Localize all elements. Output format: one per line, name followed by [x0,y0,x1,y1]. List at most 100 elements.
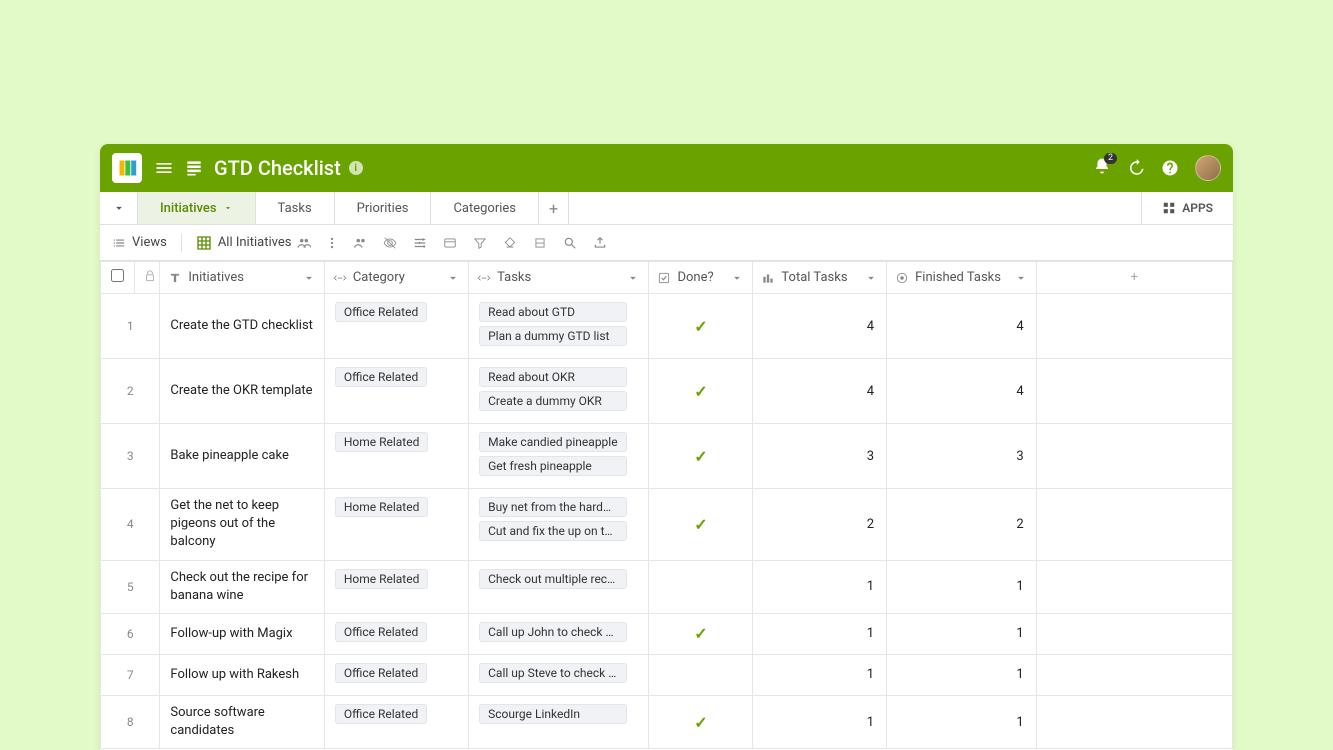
category-cell[interactable]: Office Related [324,695,468,748]
search-icon[interactable] [563,236,577,250]
info-icon[interactable]: i [349,161,363,175]
add-tab-button[interactable]: + [539,192,569,224]
task-tag[interactable]: Get fresh pineapple [479,456,627,476]
notifications-button[interactable]: 2 [1093,157,1111,179]
column-initiatives[interactable]: Initiatives [160,262,324,294]
initiative-cell[interactable]: Create the GTD checklist [160,294,324,359]
settings-icon[interactable] [413,236,427,250]
filter-icon[interactable] [473,236,487,250]
table-row[interactable]: 5 Check out the recipe for banana wine H… [101,560,1233,613]
initiative-cell[interactable]: Follow-up with Magix [160,613,324,654]
column-tasks[interactable]: Tasks [469,262,649,294]
tasks-cell[interactable]: Read about OKR Create a dummy OKR [469,359,649,424]
tab-initiatives[interactable]: Initiatives [138,192,256,224]
category-cell[interactable]: Office Related [324,654,468,695]
export-icon[interactable] [593,236,607,250]
tasks-cell[interactable]: Call up Steve to check … [469,654,649,695]
category-cell[interactable]: Office Related [324,613,468,654]
initiative-cell[interactable]: Check out the recipe for banana wine [160,560,324,613]
category-tag[interactable]: Office Related [335,622,427,642]
initiative-cell[interactable]: Follow up with Rakesh [160,654,324,695]
tab-priorities[interactable]: Priorities [335,192,432,224]
tasks-cell[interactable]: Call up John to check n… [469,613,649,654]
done-cell[interactable]: ✓ [649,294,753,359]
task-tag[interactable]: Buy net from the hardw… [479,497,627,517]
done-cell[interactable]: ✓ [649,359,753,424]
tab-tasks[interactable]: Tasks [256,192,335,224]
category-tag[interactable]: Home Related [335,569,429,589]
menu-icon[interactable] [154,158,174,178]
views-button[interactable]: Views [112,235,167,250]
task-tag[interactable]: Cut and fix the up on th… [479,521,627,541]
task-tag[interactable]: Make candied pineapple [479,432,627,452]
card-icon[interactable] [443,236,457,250]
column-done[interactable]: Done? [649,262,753,294]
table-row[interactable]: 2 Create the OKR template Office Related… [101,359,1233,424]
history-icon[interactable] [1127,159,1145,177]
category-cell[interactable]: Home Related [324,424,468,489]
initiative-cell[interactable]: Get the net to keep pigeons out of the b… [160,489,324,561]
tasks-cell[interactable]: Check out multiple rec… [469,560,649,613]
column-total-tasks[interactable]: Total Tasks [753,262,887,294]
done-cell[interactable] [649,560,753,613]
initiative-cell[interactable]: Source software candidates [160,695,324,748]
table-row[interactable]: 6 Follow-up with Magix Office Related Ca… [101,613,1233,654]
task-tag[interactable]: Read about GTD [479,302,627,322]
category-tag[interactable]: Office Related [335,704,427,724]
tasks-cell[interactable]: Make candied pineapple Get fresh pineappl… [469,424,649,489]
table-row[interactable]: 3 Bake pineapple cake Home Related Make … [101,424,1233,489]
table-row[interactable]: 7 Follow up with Rakesh Office Related C… [101,654,1233,695]
paint-icon[interactable] [503,236,517,250]
tasks-cell[interactable]: Scourge LinkedIn [469,695,649,748]
category-cell[interactable]: Home Related [324,560,468,613]
column-finished-tasks[interactable]: Finished Tasks [887,262,1037,294]
row-height-icon[interactable] [533,236,547,250]
initiative-cell[interactable]: Bake pineapple cake [160,424,324,489]
hide-icon[interactable] [383,236,397,250]
more-icon[interactable] [325,236,339,250]
category-tag[interactable]: Office Related [335,302,427,322]
done-cell[interactable]: ✓ [649,489,753,561]
category-cell[interactable]: Office Related [324,359,468,424]
caret-down-icon [626,271,640,285]
user-avatar[interactable] [1195,155,1221,181]
done-cell[interactable]: ✓ [649,424,753,489]
task-tag[interactable]: Check out multiple rec… [479,569,627,589]
table-row[interactable]: 8 Source software candidates Office Rela… [101,695,1233,748]
category-tag[interactable]: Office Related [335,663,427,683]
help-icon[interactable] [1161,159,1179,177]
total-cell: 1 [753,654,887,695]
done-cell[interactable]: ✓ [649,613,753,654]
category-tag[interactable]: Home Related [335,432,429,452]
initiative-cell[interactable]: Create the OKR template [160,359,324,424]
select-all-header[interactable] [101,262,135,294]
task-tag[interactable]: Call up Steve to check … [479,663,627,683]
table-row[interactable]: 1 Create the GTD checklist Office Relate… [101,294,1233,359]
column-category[interactable]: Category [324,262,468,294]
tasks-cell[interactable]: Buy net from the hardw… Cut and fix the u… [469,489,649,561]
category-cell[interactable]: Home Related [324,489,468,561]
select-all-checkbox[interactable] [111,269,124,282]
category-cell[interactable]: Office Related [324,294,468,359]
task-tag[interactable]: Scourge LinkedIn [479,704,627,724]
share-icon[interactable] [353,236,367,250]
table-row[interactable]: 4 Get the net to keep pigeons out of the… [101,489,1233,561]
current-view[interactable]: All Initiatives [196,235,312,251]
apps-button[interactable]: APPS [1141,192,1233,224]
done-cell[interactable]: ✓ [649,695,753,748]
task-tag[interactable]: Read about OKR [479,367,627,387]
add-column-button[interactable]: + [1036,262,1232,294]
tasks-cell[interactable]: Read about GTD Plan a dummy GTD list [469,294,649,359]
category-tag[interactable]: Home Related [335,497,429,517]
tab-categories[interactable]: Categories [431,192,539,224]
done-cell[interactable] [649,654,753,695]
task-tag[interactable]: Create a dummy OKR [479,391,627,411]
task-tag[interactable]: Call up John to check n… [479,622,627,642]
app-logo[interactable] [112,153,142,183]
link-icon [333,271,347,285]
category-tag[interactable]: Office Related [335,367,427,387]
tabs-dropdown[interactable] [100,192,138,224]
check-icon: ✓ [694,382,707,401]
task-tag[interactable]: Plan a dummy GTD list [479,326,627,346]
row-number: 2 [101,359,160,424]
